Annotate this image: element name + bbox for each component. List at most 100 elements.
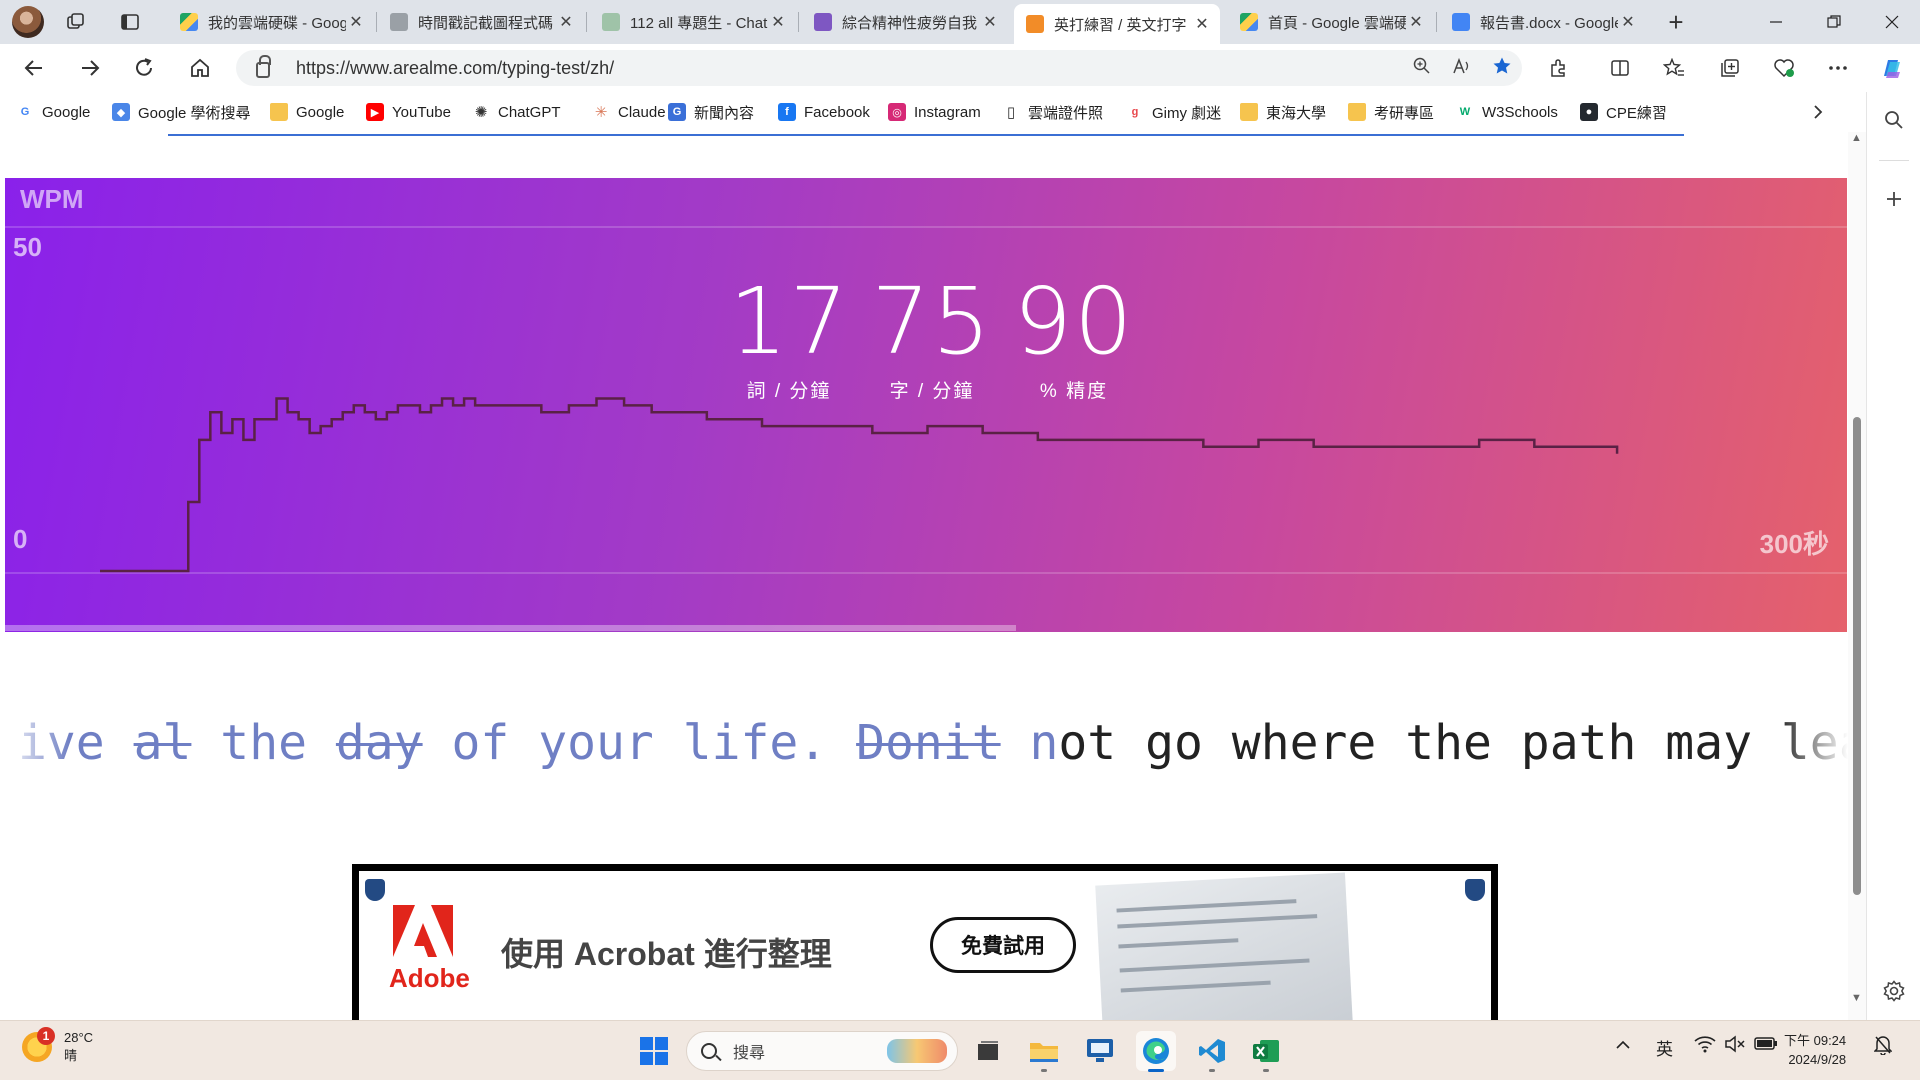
- x-tick-label-min: 0: [13, 526, 27, 556]
- copilot-icon[interactable]: [1876, 54, 1908, 82]
- typing-text-line[interactable]: ivealthedayofyourlife.Donitnotgowherethe…: [0, 710, 1848, 790]
- bookmark-item[interactable]: Google: [270, 100, 344, 124]
- split-screen-icon[interactable]: [1604, 54, 1636, 82]
- tab-close-icon[interactable]: ✕: [556, 12, 576, 32]
- bookmark-label: Google: [296, 103, 345, 121]
- bookmark-item[interactable]: ✺ ChatGPT: [472, 100, 561, 124]
- bookmark-item[interactable]: G Google: [16, 100, 90, 124]
- task-view-icon[interactable]: [968, 1031, 1008, 1071]
- bookmark-item[interactable]: ● CPE練習: [1580, 100, 1667, 124]
- new-tab-button[interactable]: +: [1660, 6, 1692, 38]
- scroll-up-arrow-icon[interactable]: ▲: [1851, 132, 1862, 144]
- tab-separator: [798, 12, 799, 32]
- bookmark-item[interactable]: f Facebook: [778, 100, 870, 124]
- bookmark-item[interactable]: 東海大學: [1240, 100, 1326, 124]
- bookmark-item[interactable]: ✳ Claude: [592, 100, 666, 124]
- bookmark-item[interactable]: ◎ Instagram: [888, 100, 981, 124]
- remote-desktop-icon[interactable]: [1080, 1031, 1120, 1071]
- bookmark-label: YouTube: [392, 103, 451, 121]
- notification-bell-icon[interactable]: [1873, 1035, 1893, 1060]
- excel-icon[interactable]: [1246, 1031, 1286, 1071]
- edge-browser-icon[interactable]: [1136, 1031, 1176, 1071]
- ad-choices-shield-icon[interactable]: [365, 879, 385, 901]
- clock-date: 2024/9/28: [1788, 1052, 1847, 1067]
- bookmark-item[interactable]: 考研專區: [1348, 100, 1434, 124]
- edge-sidebar: [1866, 92, 1920, 1020]
- bookmark-item[interactable]: g Gimy 劇迷: [1126, 100, 1221, 124]
- close-window-button[interactable]: [1864, 0, 1920, 44]
- url-text[interactable]: https://www.arealme.com/typing-test/zh/: [296, 58, 1402, 79]
- bookmarks-bar: G Google ◆ Google 學術搜尋 Google ▶ YouTube ✺ ChatGP…: [0, 92, 1880, 132]
- favorites-icon[interactable]: [1658, 54, 1690, 82]
- tab-close-icon[interactable]: ✕: [980, 12, 1000, 32]
- zoom-icon[interactable]: [1402, 57, 1442, 80]
- tab-title: 時間戳記截圖程式碼: [418, 14, 554, 32]
- taskbar-search-box[interactable]: 搜尋: [686, 1031, 958, 1071]
- browser-tab[interactable]: 時間戳記截圖程式碼 ✕: [378, 4, 584, 40]
- browser-essentials-icon[interactable]: [1768, 54, 1800, 82]
- clock-time: 下午 09:24: [1784, 1033, 1847, 1048]
- profile-avatar[interactable]: [12, 6, 44, 38]
- tab-actions-icon[interactable]: [114, 6, 146, 38]
- weather-widget[interactable]: 1 28°C 晴: [22, 1027, 93, 1065]
- tab-title: 首頁 - Google 雲端硬碟: [1268, 14, 1406, 32]
- windows-start-icon[interactable]: [634, 1031, 674, 1071]
- volume-muted-icon[interactable]: [1724, 1035, 1746, 1058]
- ad-free-trial-button[interactable]: 免費試用: [930, 917, 1076, 973]
- weather-badge: 1: [37, 1027, 55, 1045]
- edge-running-indicator: [1148, 1069, 1164, 1072]
- facebook-icon: f: [778, 103, 796, 121]
- sidebar-search-icon[interactable]: [1867, 110, 1920, 136]
- bookmark-label: 雲端證件照: [1028, 104, 1104, 122]
- restore-button[interactable]: [1806, 0, 1862, 44]
- ad-document-image: [1095, 872, 1353, 1020]
- scrollbar-thumb[interactable]: [1853, 417, 1861, 895]
- wifi-icon[interactable]: [1694, 1035, 1716, 1058]
- taskbar-clock[interactable]: 下午 09:24 2024/9/28: [1784, 1031, 1846, 1069]
- tab-close-icon[interactable]: ✕: [768, 12, 788, 32]
- adobe-ad-banner[interactable]: Adobe 使用 Acrobat 進行整理 免費試用: [352, 864, 1498, 1020]
- ime-indicator[interactable]: 英: [1656, 1035, 1673, 1060]
- sidebar-settings-gear-icon[interactable]: [1867, 980, 1920, 1008]
- minimize-button[interactable]: [1748, 0, 1804, 44]
- more-menu-icon[interactable]: [1822, 54, 1854, 82]
- bookmark-item[interactable]: W W3Schools: [1456, 100, 1558, 124]
- address-bar[interactable]: https://www.arealme.com/typing-test/zh/: [236, 50, 1522, 86]
- workspaces-icon[interactable]: [60, 6, 92, 38]
- page-scrollbar[interactable]: ▲ ▼: [1848, 132, 1866, 1020]
- browser-tab[interactable]: 112 all 專題生 - Chat ✕: [590, 4, 796, 40]
- browser-tab[interactable]: 我的雲端硬碟 - Google ✕: [168, 4, 374, 40]
- scroll-down-arrow-icon[interactable]: ▼: [1851, 992, 1862, 1004]
- favorite-star-icon[interactable]: [1482, 56, 1522, 81]
- browser-tab[interactable]: 綜合精神性疲勞自我 ✕: [802, 4, 1008, 40]
- lock-icon[interactable]: [256, 55, 271, 78]
- adobe-logo-icon: [393, 905, 453, 957]
- battery-icon[interactable]: [1754, 1035, 1778, 1056]
- browser-tab[interactable]: 報告書.docx - Google ✕: [1440, 4, 1646, 40]
- forward-button[interactable]: [72, 52, 108, 84]
- read-aloud-icon[interactable]: [1442, 57, 1482, 80]
- extensions-icon[interactable]: [1542, 54, 1574, 82]
- browser-tab[interactable]: 首頁 - Google 雲端硬碟✕: [1228, 4, 1434, 40]
- sidebar-add-icon[interactable]: [1867, 188, 1920, 214]
- bookmark-item[interactable]: ▶ YouTube: [366, 100, 451, 124]
- tab-close-icon[interactable]: ✕: [1618, 12, 1638, 32]
- tray-overflow-chevron-icon[interactable]: [1616, 1035, 1630, 1055]
- ad-choices-shield-icon-right[interactable]: [1465, 879, 1485, 901]
- vscode-icon[interactable]: [1192, 1031, 1232, 1071]
- home-button[interactable]: [182, 52, 218, 84]
- browser-tab[interactable]: 英打練習 / 英文打字 ✕: [1014, 4, 1220, 44]
- tab-close-icon[interactable]: ✕: [346, 12, 366, 32]
- tab-close-icon[interactable]: ✕: [1406, 12, 1426, 32]
- bookmark-item[interactable]: G 新聞內容: [668, 100, 754, 124]
- bookmarks-overflow-chevron-icon[interactable]: [1812, 100, 1824, 124]
- bookmark-item[interactable]: ◆ Google 學術搜尋: [112, 100, 251, 124]
- collections-icon[interactable]: [1714, 54, 1746, 82]
- tab-separator: [376, 12, 377, 32]
- back-button[interactable]: [16, 52, 52, 84]
- file-explorer-icon[interactable]: [1024, 1031, 1064, 1071]
- tab-close-icon[interactable]: ✕: [1192, 14, 1212, 34]
- bookmark-item[interactable]: ▯ 雲端證件照: [1002, 100, 1103, 124]
- refresh-button[interactable]: [126, 52, 162, 84]
- tab-separator: [1436, 12, 1437, 32]
